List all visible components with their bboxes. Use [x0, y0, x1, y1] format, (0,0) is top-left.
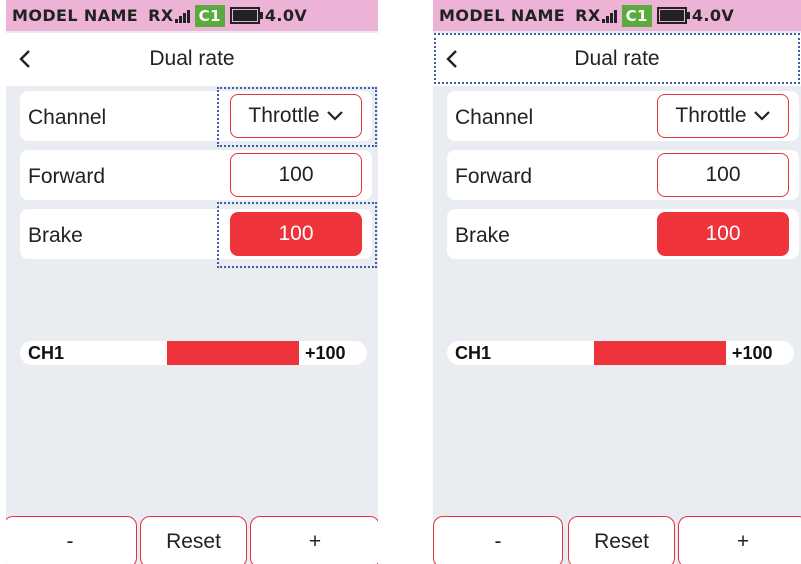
channel-dropdown[interactable]: Throttle: [657, 94, 789, 138]
focus-outline: [434, 33, 800, 84]
battery-icon: [229, 7, 263, 24]
channel-row: Channel Throttle: [447, 91, 799, 141]
focus-outline: [217, 87, 377, 147]
forward-label: Forward: [28, 165, 106, 188]
signal-bars-icon: [174, 9, 191, 23]
channel-badge: C1: [194, 4, 225, 27]
channel-output-bar: CH1 +100: [447, 341, 794, 365]
output-bar-track: [594, 341, 726, 365]
brake-value-field[interactable]: 100: [657, 212, 789, 256]
channel-output-value: +100: [305, 343, 346, 363]
decrease-button[interactable]: -: [433, 516, 563, 564]
forward-value: 100: [278, 163, 314, 186]
channel-output-label: CH1: [455, 343, 492, 363]
forward-value: 100: [705, 163, 741, 186]
channel-output-value: +100: [732, 343, 773, 363]
forward-value-field[interactable]: 100: [657, 153, 789, 197]
output-bar-fill: [594, 341, 726, 365]
channel-output-bar: CH1 +100: [20, 341, 367, 365]
voltage-readout: 4.0V: [264, 6, 308, 25]
forward-label: Forward: [455, 165, 533, 188]
brake-value: 100: [705, 222, 741, 245]
increase-button[interactable]: +: [678, 516, 801, 564]
status-bar: MODEL NAME RX C1 4.0V: [6, 0, 378, 31]
chevron-down-icon: [753, 111, 770, 121]
signal-bars-icon: [601, 9, 618, 23]
rx-indicator: RX: [575, 6, 617, 25]
forward-value-field[interactable]: 100: [230, 153, 362, 197]
brake-row: Brake 100: [447, 209, 799, 259]
increase-button[interactable]: +: [250, 516, 378, 564]
model-name: MODEL NAME: [439, 6, 566, 25]
reset-button[interactable]: Reset: [568, 516, 675, 564]
rx-indicator: RX: [148, 6, 190, 25]
reset-button[interactable]: Reset: [140, 516, 247, 564]
channel-label: Channel: [28, 106, 107, 129]
channel-badge: C1: [621, 4, 652, 27]
brake-label: Brake: [28, 224, 83, 247]
model-name: MODEL NAME: [12, 6, 139, 25]
battery-icon: [656, 7, 690, 24]
brake-label: Brake: [455, 224, 510, 247]
screen-right: MODEL NAME RX C1 4.0V Dual rate Channel …: [433, 0, 801, 564]
output-bar-fill: [167, 341, 299, 365]
output-bar-track: [167, 341, 299, 365]
channel-output-label: CH1: [28, 343, 65, 363]
forward-row: Forward 100: [20, 150, 372, 200]
screen-left: MODEL NAME RX C1 4.0V Dual rate Channel …: [6, 0, 378, 564]
channel-label: Channel: [455, 106, 534, 129]
rx-label: RX: [575, 6, 601, 25]
status-bar: MODEL NAME RX C1 4.0V: [433, 0, 801, 31]
decrease-button[interactable]: -: [6, 516, 137, 564]
channel-value: Throttle: [675, 104, 747, 127]
voltage-readout: 4.0V: [691, 6, 735, 25]
forward-row: Forward 100: [447, 150, 799, 200]
page-title: Dual rate: [149, 47, 235, 70]
rx-label: RX: [148, 6, 174, 25]
focus-outline: [217, 202, 377, 268]
page-header: Dual rate: [6, 33, 378, 86]
